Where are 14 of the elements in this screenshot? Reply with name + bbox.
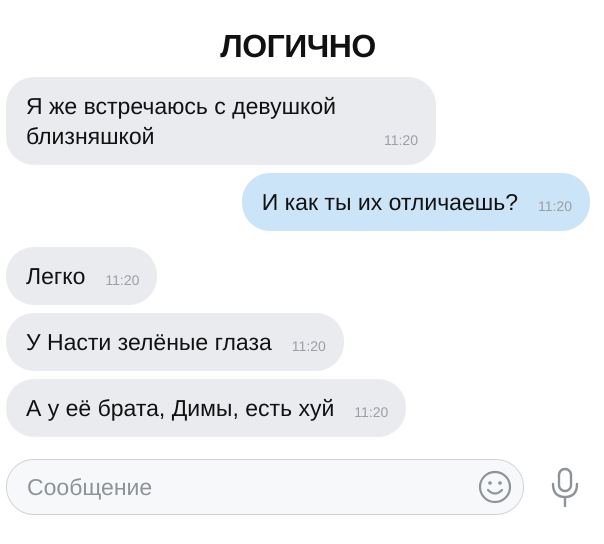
message-time: 11:20 (292, 337, 326, 356)
message-text: Легко (26, 262, 86, 291)
emoji-icon[interactable] (478, 470, 512, 504)
message-field[interactable]: Сообщение (6, 459, 524, 515)
message-time: 11:20 (105, 271, 140, 290)
message-text: Я же встречаюсь с девушкой близняшкой (26, 92, 338, 151)
message-text: А у её брата, Димы, есть хуй (26, 394, 334, 423)
microphone-icon[interactable] (550, 467, 580, 507)
message-time: 11:20 (538, 197, 572, 216)
message-time: 11:20 (384, 131, 418, 150)
message-time: 11:20 (354, 403, 388, 422)
message-text: И как ты их отличаешь? (262, 188, 518, 217)
message-text: У Насти зелёные глаза (26, 328, 272, 357)
caption-title: ЛОГИЧНО (220, 28, 376, 65)
